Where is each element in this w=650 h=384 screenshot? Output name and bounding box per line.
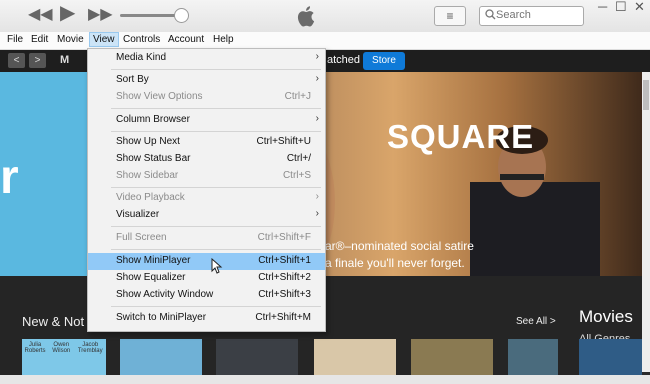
- menu-separator: [111, 249, 321, 250]
- back-button[interactable]: <: [8, 53, 25, 68]
- horizontal-scrollbar[interactable]: [0, 375, 650, 384]
- menu-item-full-screen[interactable]: Full Screen Ctrl+Shift+F: [88, 230, 325, 247]
- minimize-button[interactable]: ─: [598, 0, 607, 14]
- menu-edit[interactable]: Edit: [31, 34, 48, 45]
- tab-store[interactable]: Store: [363, 52, 405, 70]
- search-input[interactable]: [496, 6, 580, 24]
- movie-poster[interactable]: [508, 339, 558, 376]
- menu-item-show-miniplayer[interactable]: Show MiniPlayer Ctrl+Shift+1: [88, 253, 325, 270]
- menu-item-show-sidebar[interactable]: Show Sidebar Ctrl+S: [88, 168, 325, 185]
- volume-slider[interactable]: [120, 14, 182, 17]
- menu-separator: [111, 69, 321, 70]
- menu-separator: [111, 306, 321, 307]
- submenu-arrow-icon: ›: [315, 73, 319, 84]
- volume-knob[interactable]: [174, 8, 189, 23]
- movie-poster[interactable]: [216, 339, 298, 376]
- menu-item-show-view-options[interactable]: Show View Options Ctrl+J: [88, 89, 325, 106]
- menu-item-column-browser[interactable]: Column Browser ›: [88, 112, 325, 129]
- banner-subtitle-line1: ar®–nominated social satire: [325, 239, 474, 253]
- menu-file[interactable]: File: [7, 34, 23, 45]
- media-picker[interactable]: M: [60, 54, 69, 66]
- up-next-list-button[interactable]: ≡: [434, 6, 466, 26]
- poster-cast: Julia Roberts Owen Wilson Jacob Tremblay: [22, 342, 106, 354]
- banner-title: SQUARE: [387, 118, 535, 155]
- rewind-icon[interactable]: ◀◀: [28, 6, 53, 24]
- menu-separator: [111, 108, 321, 109]
- movie-poster[interactable]: [579, 339, 642, 376]
- menu-item-show-equalizer[interactable]: Show Equalizer Ctrl+Shift+2: [88, 270, 325, 287]
- mouse-cursor-icon: [211, 258, 223, 274]
- poster-cast-name: Jacob Tremblay: [77, 342, 103, 354]
- vertical-scrollbar[interactable]: [642, 72, 650, 372]
- submenu-arrow-icon: ›: [315, 51, 319, 62]
- menu-separator: [111, 187, 321, 188]
- menu-item-video-playback[interactable]: Video Playback ›: [88, 190, 325, 207]
- play-icon[interactable]: ▶: [60, 3, 75, 23]
- menu-item-sort-by[interactable]: Sort By ›: [88, 72, 325, 89]
- movies-title: Movies: [579, 307, 633, 326]
- poster-cast-name: Julia Roberts: [24, 342, 46, 354]
- submenu-arrow-icon: ›: [315, 208, 319, 219]
- menu-item-switch-to-miniplayer[interactable]: Switch to MiniPlayer Ctrl+Shift+M: [88, 310, 325, 327]
- menu-account[interactable]: Account: [168, 34, 204, 45]
- menu-view[interactable]: View: [89, 32, 119, 47]
- movie-poster[interactable]: [120, 339, 202, 376]
- submenu-arrow-icon: ›: [315, 191, 319, 202]
- menu-item-show-activity-window[interactable]: Show Activity Window Ctrl+Shift+3: [88, 287, 325, 304]
- fast-forward-icon[interactable]: ▶▶: [88, 6, 113, 24]
- menu-item-media-kind[interactable]: Media Kind ›: [88, 50, 325, 67]
- close-button[interactable]: ✕: [634, 0, 645, 14]
- maximize-button[interactable]: ☐: [615, 0, 627, 14]
- apple-logo-icon: [297, 6, 315, 27]
- submenu-arrow-icon: ›: [315, 113, 319, 124]
- banner-left-text: r: [0, 151, 19, 204]
- menu-movie[interactable]: Movie: [57, 34, 84, 45]
- see-all-link[interactable]: See All >: [516, 316, 556, 327]
- banner-subtitle-line2: a finale you'll never forget.: [325, 256, 465, 270]
- menu-controls[interactable]: Controls: [123, 34, 160, 45]
- menu-item-show-status-bar[interactable]: Show Status Bar Ctrl+/: [88, 151, 325, 168]
- tab-unwatched[interactable]: atched: [327, 54, 360, 66]
- menu-separator: [111, 131, 321, 132]
- menu-item-visualizer[interactable]: Visualizer ›: [88, 207, 325, 224]
- forward-button[interactable]: >: [29, 53, 46, 68]
- scrollbar-thumb[interactable]: [643, 80, 649, 110]
- menu-item-show-up-next[interactable]: Show Up Next Ctrl+Shift+U: [88, 134, 325, 151]
- menu-help[interactable]: Help: [213, 34, 234, 45]
- list-icon: ≡: [446, 9, 454, 23]
- section-heading: New & Not: [22, 314, 85, 329]
- movie-poster[interactable]: [411, 339, 493, 376]
- menu-separator: [111, 226, 321, 227]
- movie-poster[interactable]: [314, 339, 396, 376]
- poster-cast-name: Owen Wilson: [52, 342, 71, 354]
